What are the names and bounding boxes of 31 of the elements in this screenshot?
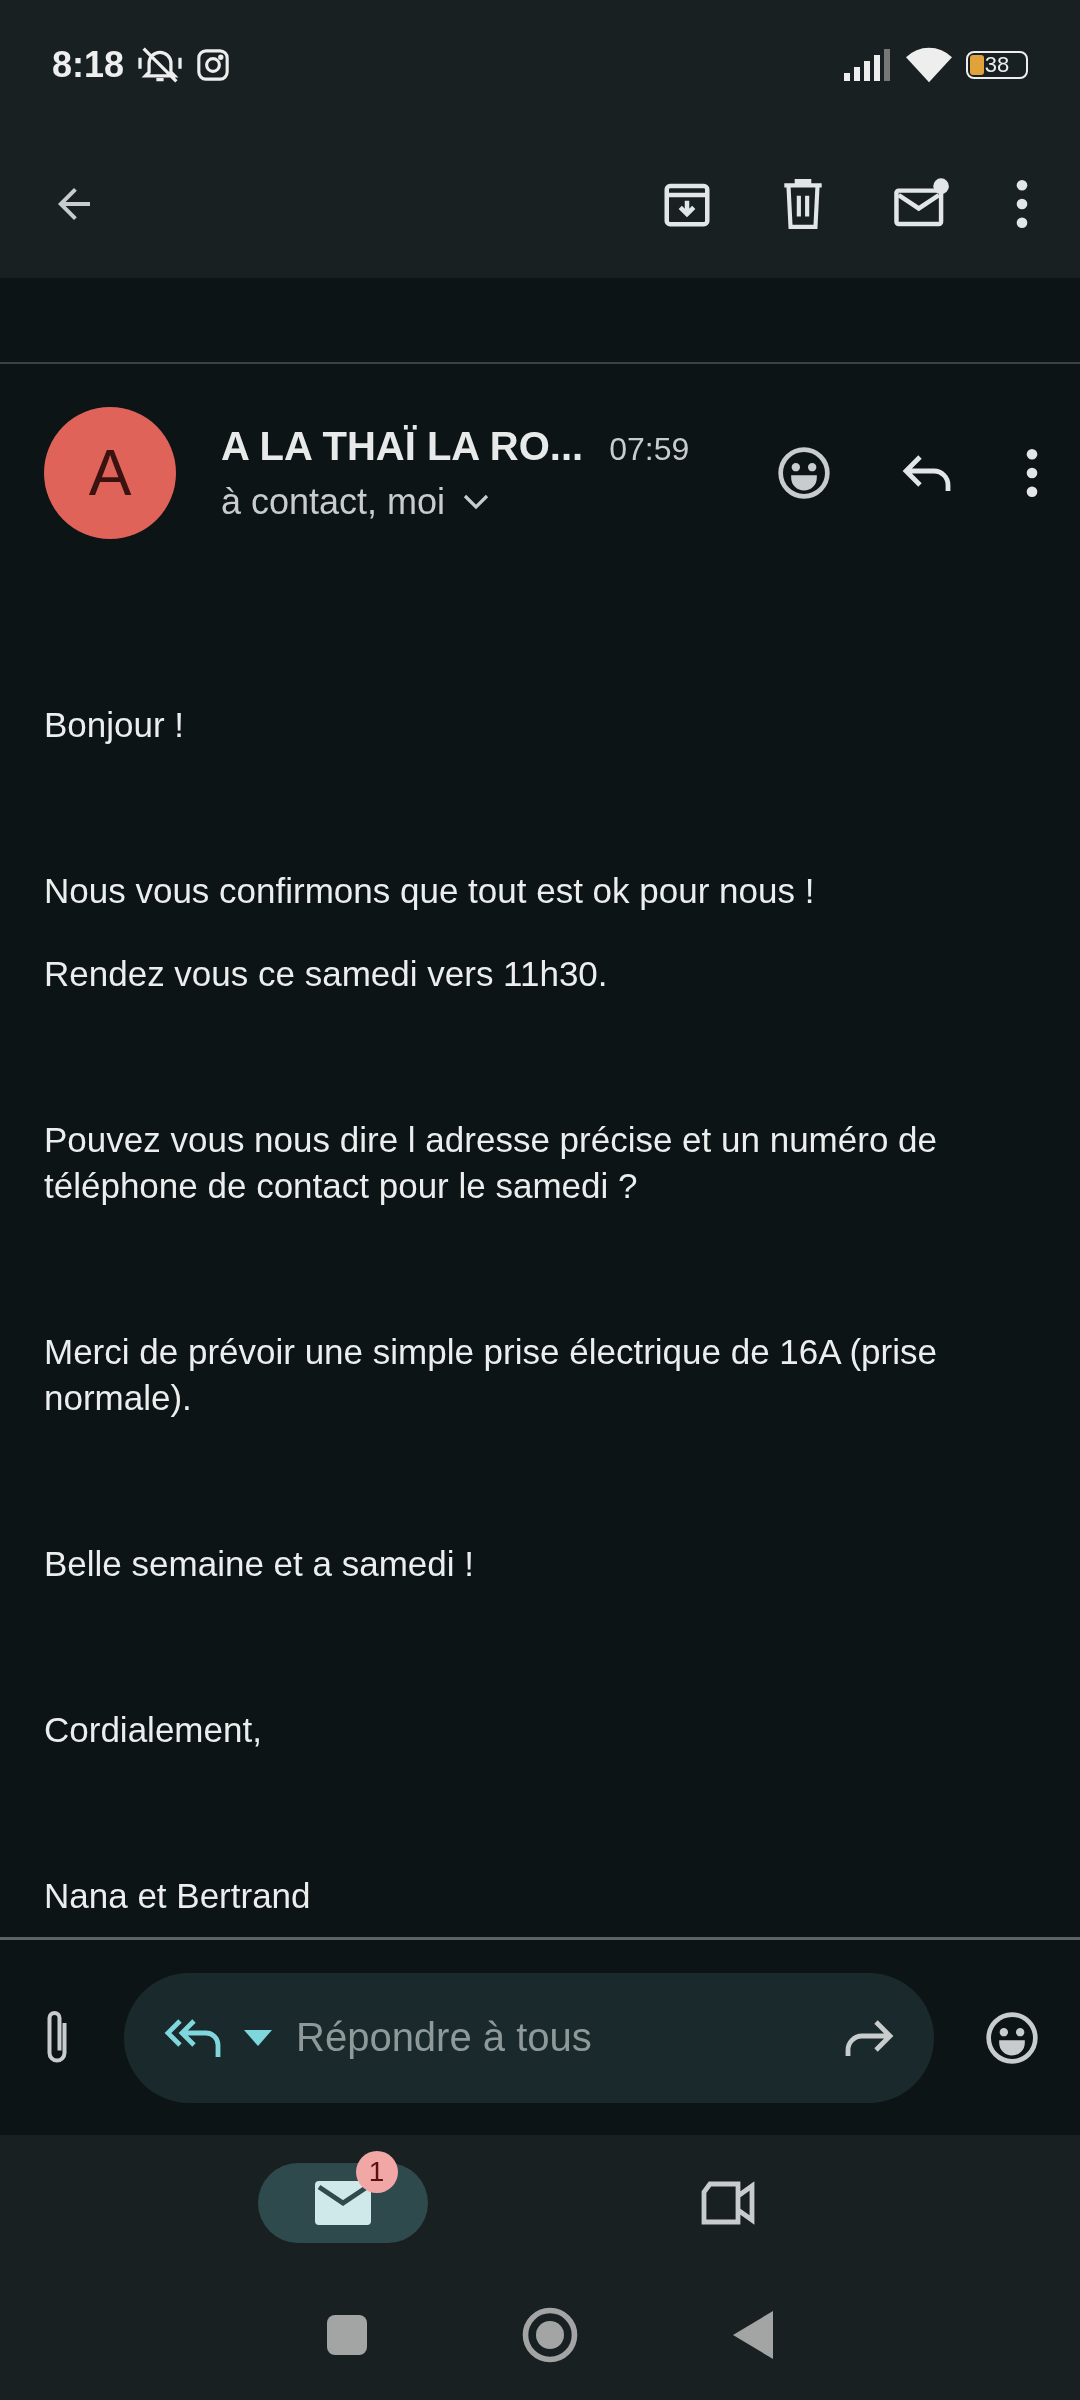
signal-icon [844,49,892,81]
chevron-icon[interactable] [463,493,490,510]
home-icon[interactable] [522,2307,578,2363]
bell-off-icon [138,45,183,85]
emoji-icon[interactable] [984,2009,1040,2066]
body-paragraph: Belle semaine et a samedi ! [44,1543,475,1585]
body-paragraph: Cordialement, [44,1709,263,1751]
recents-icon[interactable] [327,2315,368,2355]
dropdown-icon[interactable] [244,2029,272,2046]
wifi-icon [906,47,952,83]
body-paragraph: Rendez vous ce samedi vers 11h30. [44,953,609,995]
sender-avatar: A [44,407,176,539]
recipients[interactable]: à contact, moi [221,480,446,523]
reply-all-icon[interactable] [164,2016,222,2059]
reply-field[interactable]: Répondre à tous [294,2014,820,2061]
mail-icon [314,2180,371,2225]
body-paragraph: Bonjour ! [44,704,186,746]
mail-time: 07:59 [609,430,690,468]
body-paragraph: Pouvez vous nous dire l adresse précise et un numéro de téléphone de contact pour le samedi ? [44,1119,938,1207]
camera-app-icon [196,48,231,82]
body-paragraph: Nous vous confirmons que tout est ok pour nous ! [44,870,816,912]
body-paragraph: Merci de prévoir une simple prise électrique de 16A (prise normale). [44,1331,938,1419]
clock: 8:18 [52,44,125,86]
battery-icon: 38 [966,51,1028,79]
body-paragraph: Nana et Bertrand [44,1875,312,1917]
sender-name: A LA THAÏ LA RO... [221,423,584,469]
unread-badge: 1 [355,2150,398,2193]
emoji-icon[interactable] [776,445,832,501]
back-nav-icon[interactable] [732,2311,773,2359]
more-icon[interactable] [1024,448,1040,498]
more-icon[interactable] [1014,179,1030,229]
